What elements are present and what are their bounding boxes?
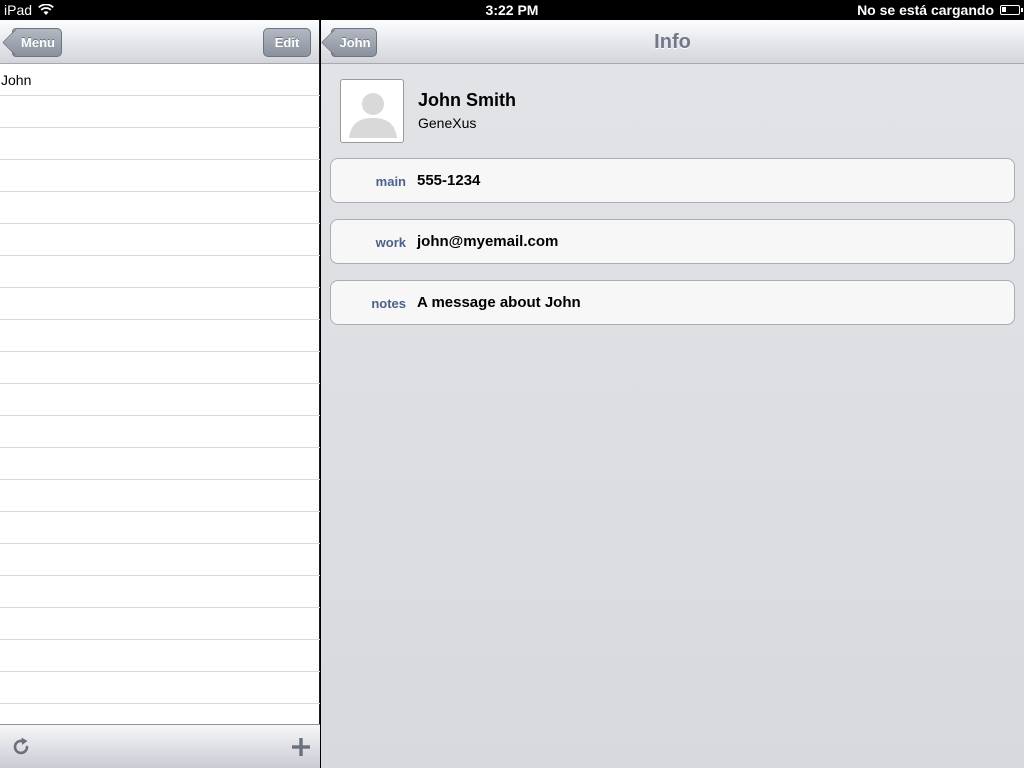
back-button-label: John xyxy=(339,35,371,50)
empty-list-row xyxy=(0,160,320,192)
list-item-label: John xyxy=(1,72,32,88)
page-title: Info xyxy=(654,31,691,53)
empty-list-row xyxy=(0,512,320,544)
battery-status-text: No se está cargando xyxy=(857,2,994,18)
empty-list-row xyxy=(0,704,320,724)
person-placeholder-icon xyxy=(349,93,397,138)
empty-list-row xyxy=(0,640,320,672)
edit-button[interactable]: Edit xyxy=(263,28,311,57)
empty-list-row xyxy=(0,128,320,160)
back-button[interactable]: John xyxy=(331,28,377,57)
detail-navbar: John Info xyxy=(321,20,1024,64)
master-pane: Menu Edit John xyxy=(0,20,320,768)
empty-list-row xyxy=(0,224,320,256)
empty-list-row xyxy=(0,576,320,608)
plus-icon[interactable] xyxy=(290,736,312,758)
empty-list-row xyxy=(0,384,320,416)
empty-list-row xyxy=(0,192,320,224)
battery-icon xyxy=(1000,5,1023,15)
master-navbar: Menu Edit xyxy=(0,20,319,64)
status-bar: iPad 3:22 PM No se está cargando xyxy=(0,0,1024,20)
avatar[interactable] xyxy=(340,79,404,143)
empty-list-row xyxy=(0,448,320,480)
master-toolbar xyxy=(0,724,320,768)
email-field[interactable]: work john@myemail.com xyxy=(330,219,1015,264)
contact-list: John xyxy=(0,64,320,724)
empty-list-row xyxy=(0,320,320,352)
field-label: notes xyxy=(371,296,406,311)
notes-field[interactable]: notes A message about John xyxy=(330,280,1015,325)
menu-button-label: Menu xyxy=(21,35,55,50)
field-label: work xyxy=(375,235,406,250)
contact-name: John Smith xyxy=(418,90,516,110)
list-item[interactable]: John xyxy=(0,64,320,96)
empty-list-row xyxy=(0,608,320,640)
empty-list-row xyxy=(0,480,320,512)
field-value: A message about John xyxy=(417,294,581,311)
empty-list-row xyxy=(0,288,320,320)
empty-list-row xyxy=(0,672,320,704)
empty-list-row xyxy=(0,256,320,288)
detail-pane: John Info John Smith GeneXus main 555-12… xyxy=(321,20,1024,768)
phone-field[interactable]: main 555-1234 xyxy=(330,158,1015,203)
menu-button[interactable]: Menu xyxy=(12,28,62,57)
empty-list-row xyxy=(0,416,320,448)
edit-button-label: Edit xyxy=(274,35,300,50)
status-right: No se está cargando xyxy=(857,2,1023,18)
field-value: john@myemail.com xyxy=(417,233,559,250)
field-value: 555-1234 xyxy=(417,172,481,189)
empty-list-row xyxy=(0,352,320,384)
field-label: main xyxy=(375,174,406,189)
empty-list-row xyxy=(0,544,320,576)
refresh-icon[interactable] xyxy=(10,736,32,758)
contact-company: GeneXus xyxy=(418,115,477,131)
empty-list-row xyxy=(0,96,320,128)
